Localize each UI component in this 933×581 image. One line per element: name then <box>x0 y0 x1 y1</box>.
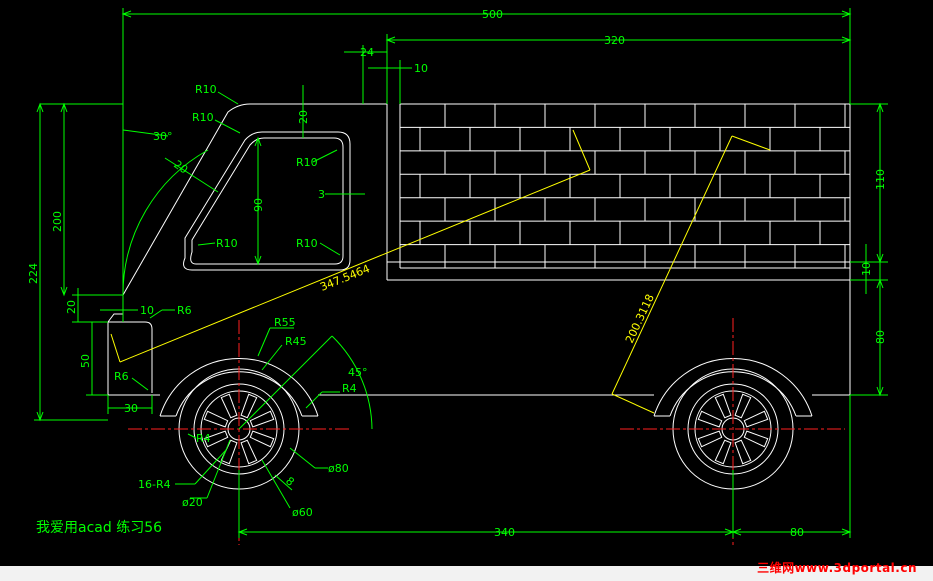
center-lines <box>128 318 845 545</box>
dim-80-right: 80 <box>874 330 887 344</box>
dim-200: 200 <box>51 211 64 232</box>
wheel-spoke <box>697 410 723 428</box>
dimensions: 500 320 24 10 R10 R10 30° 20 R10 20 90 3… <box>27 8 888 539</box>
dim-24: 24 <box>360 46 374 59</box>
wheel-spoke <box>734 393 752 419</box>
cargo-brick-pattern <box>400 103 850 269</box>
watermark: 三维网www.3dportal.cn <box>757 561 917 575</box>
r10-d: R10 <box>216 237 238 250</box>
dim-10-left: 10 <box>140 304 154 317</box>
dim-20-left: 20 <box>65 300 78 314</box>
measure-3475464: 347.5464 <box>318 262 372 294</box>
r6-b: R6 <box>114 370 129 383</box>
drawing-note: 我爱用acad 练习56 <box>36 520 162 536</box>
r55: R55 <box>274 316 296 329</box>
dim-45deg: 45° <box>348 366 368 379</box>
wheel-spoke <box>743 410 769 428</box>
dim-30-bottom: 30 <box>124 402 138 415</box>
r10-e: R10 <box>296 237 318 250</box>
dim-320: 320 <box>604 34 625 47</box>
window-inner <box>190 137 344 265</box>
r10-c: R10 <box>296 156 318 169</box>
cad-drawing: 500 320 24 10 R10 R10 30° 20 R10 20 90 3… <box>27 8 888 545</box>
window-outer <box>183 131 351 271</box>
wheel-spoke <box>714 393 732 419</box>
measure-2003118: 200.3118 <box>623 292 657 345</box>
dim-phi20: ø20 <box>182 496 203 509</box>
dim-20-slant: 20 <box>171 158 190 177</box>
dim-phi60: ø60 <box>292 506 313 519</box>
dim-10-top: 10 <box>414 62 428 75</box>
wheel-spoke <box>743 430 769 448</box>
r10-a: R10 <box>195 83 217 96</box>
dim-224: 224 <box>27 263 40 284</box>
r4-a: R4 <box>342 382 357 395</box>
r6-a: R6 <box>177 304 192 317</box>
dim-50: 50 <box>79 354 92 368</box>
dim-20-top: 20 <box>297 110 310 124</box>
wheel-spoke <box>249 430 275 448</box>
dim-340: 340 <box>494 526 515 539</box>
r4-b: R4 <box>196 432 211 445</box>
wheel-spoke <box>697 430 723 448</box>
dim-30deg: 30° <box>153 130 173 143</box>
dim-110: 110 <box>874 169 887 190</box>
dim-16r4: 16-R4 <box>138 478 171 491</box>
dim-80-bottom: 80 <box>790 526 804 539</box>
wheel-spoke <box>734 439 752 465</box>
wheel-spoke <box>220 393 238 419</box>
wheel-spoke <box>714 439 732 465</box>
wheel-spoke <box>240 439 258 465</box>
measure-lines <box>110 129 771 414</box>
r10-b: R10 <box>192 111 214 124</box>
r45: R45 <box>285 335 307 348</box>
dim-3: 3 <box>318 188 325 201</box>
wheel-spoke <box>203 410 229 428</box>
dim-500: 500 <box>482 8 503 21</box>
dim-8: 8 <box>283 474 297 488</box>
dim-90: 90 <box>252 198 265 212</box>
dim-10-right: 10 <box>860 262 873 276</box>
dim-phi80: ø80 <box>328 462 349 475</box>
